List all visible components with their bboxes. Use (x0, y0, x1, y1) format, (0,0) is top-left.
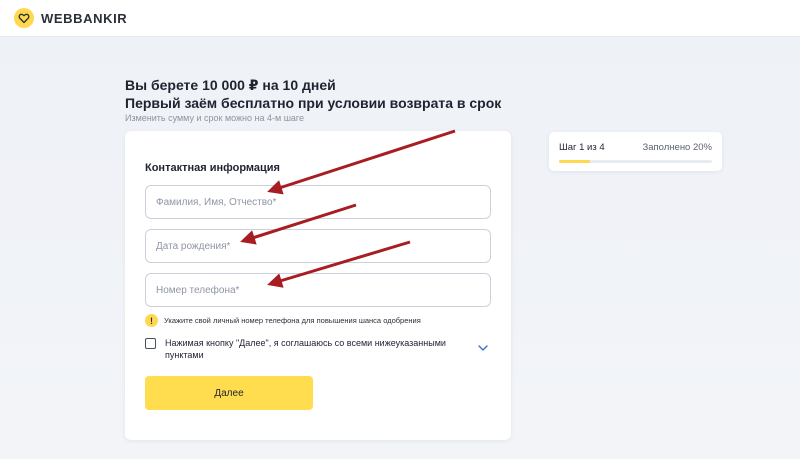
next-button[interactable]: Далее (145, 376, 313, 410)
heart-badge-icon (14, 8, 34, 28)
birth-date-field[interactable] (145, 229, 491, 263)
progress-card: Шаг 1 из 4 Заполнено 20% (549, 132, 722, 171)
phone-input[interactable] (146, 274, 490, 306)
birth-date-input[interactable] (146, 230, 490, 262)
offer-free-loan-title: Первый заём бесплатно при условии возвра… (125, 95, 502, 111)
exclamation-icon: ! (145, 314, 158, 327)
offer-amount-title: Вы берете 10 000 ₽ на 10 дней (125, 77, 336, 93)
brand-logo[interactable]: WEBBANKIR (14, 8, 127, 28)
full-name-input[interactable] (146, 186, 490, 218)
chevron-down-icon[interactable] (477, 340, 489, 351)
agreement-checkbox[interactable] (145, 338, 156, 349)
top-bar: WEBBANKIR (0, 0, 800, 37)
phone-notice: ! Укажите свой личный номер телефона для… (145, 314, 421, 327)
agreement-row: Нажимая кнопку "Далее", я соглашаюсь со … (145, 336, 491, 362)
agreement-text: Нажимая кнопку "Далее", я соглашаюсь со … (165, 338, 446, 360)
full-name-field[interactable] (145, 185, 491, 219)
progress-bar (559, 160, 712, 163)
section-title: Контактная информация (145, 162, 280, 174)
step-indicator: Шаг 1 из 4 (559, 142, 605, 153)
brand-name: WEBBANKIR (41, 10, 128, 26)
phone-field[interactable] (145, 273, 491, 307)
progress-bar-fill (559, 160, 590, 163)
offer-hint: Изменить сумму и срок можно на 4-м шаге (125, 113, 305, 123)
contact-form-card: Контактная информация ! Укажите свой лич… (125, 131, 511, 440)
phone-notice-text: Укажите свой личный номер телефона для п… (164, 316, 421, 325)
filled-percentage: Заполнено 20% (642, 142, 713, 153)
